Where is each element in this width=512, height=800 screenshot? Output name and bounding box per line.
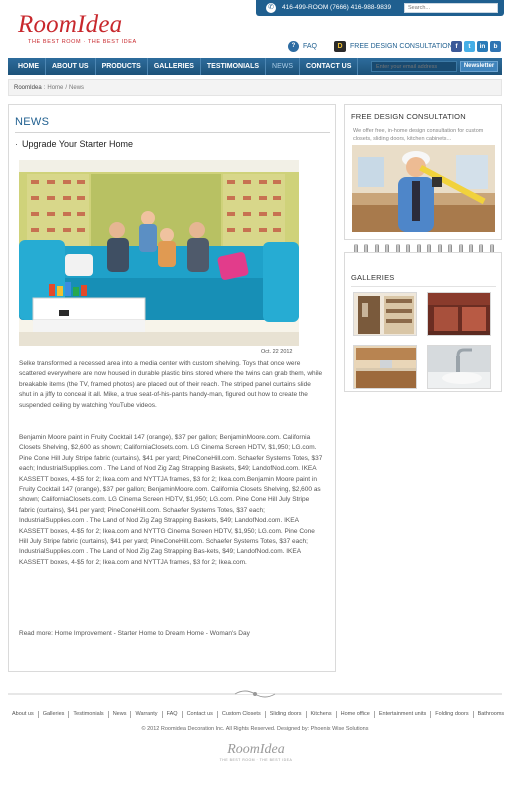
faq-link[interactable]: ? FAQ xyxy=(288,40,317,52)
news-content-panel: NEWS · Upgrade Your Starter Home Oct. 22… xyxy=(8,104,336,672)
article-photo xyxy=(19,160,299,346)
article-title[interactable]: · Upgrade Your Starter Home xyxy=(15,139,133,149)
article-title-text: Upgrade Your Starter Home xyxy=(22,139,134,149)
copyright-notice: © 2012 Roomidea Decoration Inc. All Righ… xyxy=(141,726,369,732)
footer-links: About us Galleries Testimonials News War… xyxy=(8,711,504,718)
footer-link-custom-closets[interactable]: Custom Closets xyxy=(218,711,266,718)
breadcrumb-separator: : xyxy=(43,84,46,91)
footer-link-sliding-doors[interactable]: Sliding doors xyxy=(266,711,307,718)
galleries-divider xyxy=(351,286,496,287)
footer-link-testimonials[interactable]: Testimonials xyxy=(69,711,109,718)
galleries-title: GALLERIES xyxy=(351,273,395,282)
newsletter-email-input[interactable] xyxy=(372,62,456,71)
phone-icon: ✆ xyxy=(266,3,276,13)
footer-link-about-us[interactable]: About us xyxy=(8,711,39,718)
read-more-link[interactable]: Read more: Home Improvement - Starter Ho… xyxy=(19,630,324,637)
top-contact-bar: ✆ 416-499-ROOM (7666) 416-988-9839 xyxy=(256,0,504,16)
article-paragraph: Selke transformed a recessed area into a… xyxy=(19,360,323,409)
footer-logo-text: RoomIdea xyxy=(227,742,285,757)
consultation-icon: D xyxy=(334,40,346,52)
nav-home[interactable]: HOME xyxy=(12,58,46,75)
phone-numbers: 416-499-ROOM (7666) 416-988-9839 xyxy=(282,4,392,11)
site-logo[interactable]: RoomIdea THE BEST ROOM · THE BEST IDEA xyxy=(18,12,148,46)
footer-ornament-divider xyxy=(8,688,502,700)
breadcrumb-home[interactable]: Home xyxy=(47,85,63,91)
faq-icon: ? xyxy=(288,40,299,52)
logo-text: RoomIdea xyxy=(18,11,123,38)
section-divider xyxy=(15,132,330,133)
faq-label: FAQ xyxy=(303,42,318,50)
consultation-photo[interactable] xyxy=(352,145,495,232)
breadcrumb-site[interactable]: RoomIdea xyxy=(14,85,42,91)
footer-logo-tagline: THE BEST ROOM · THE BEST IDEA xyxy=(219,758,293,762)
nav-products[interactable]: PRODUCTS xyxy=(96,58,148,75)
footer-link-warranty[interactable]: Warranty xyxy=(131,711,163,718)
footer-link-bathrooms[interactable]: Bathrooms xyxy=(474,711,509,718)
logo-tagline: THE BEST ROOM · THE BEST IDEA xyxy=(28,39,137,45)
consultation-description: We offer free, in-home design consultati… xyxy=(353,128,484,142)
footer-link-contact-us[interactable]: Contact us xyxy=(183,711,218,718)
nav-galleries[interactable]: GALLERIES xyxy=(148,58,201,75)
galleries-widget: GALLERIES xyxy=(344,252,502,392)
nav-about-us[interactable]: ABOUT US xyxy=(46,58,96,75)
bathroom-thumbnail[interactable] xyxy=(427,345,491,389)
breadcrumb: RoomIdea : Home / News xyxy=(8,79,502,96)
main-navigation: HOME ABOUT US PRODUCTS GALLERIES TESTIMO… xyxy=(8,58,502,75)
footer-link-entertainment-units[interactable]: Entertainment units xyxy=(375,711,432,718)
facebook-icon[interactable]: f xyxy=(451,41,462,52)
article-bullet: · xyxy=(15,139,18,149)
nav-contact-us[interactable]: CONTACT US xyxy=(300,58,359,75)
sliding-door-thumbnail[interactable] xyxy=(427,292,491,336)
free-consultation-link[interactable]: D FREE DESIGN CONSULTATION xyxy=(334,40,453,52)
footer-logo[interactable]: RoomIdea THE BEST ROOM · THE BEST IDEA xyxy=(0,742,512,762)
nav-testimonials[interactable]: TESTIMONIALS xyxy=(201,58,267,75)
consultation-label: FREE DESIGN CONSULTATION xyxy=(350,42,453,50)
footer-link-galleries[interactable]: Galleries xyxy=(39,711,70,718)
footer-link-kitchens[interactable]: Kitchens xyxy=(307,711,337,718)
consultation-widget-title: FREE DESIGN CONSULTATION xyxy=(351,112,466,121)
footer-link-faq[interactable]: FAQ xyxy=(163,711,183,718)
search-field[interactable] xyxy=(404,3,498,13)
footer-link-news[interactable]: News xyxy=(109,711,132,718)
footer-link-home-office[interactable]: Home office xyxy=(337,711,375,718)
consultation-widget[interactable]: FREE DESIGN CONSULTATION We offer free, … xyxy=(344,104,502,240)
breadcrumb-separator: / xyxy=(65,84,68,91)
article-paragraph: Benjamin Moore paint in Fruity Cocktail … xyxy=(19,434,323,566)
nav-news[interactable]: NEWS xyxy=(266,58,301,75)
kitchen-thumbnail[interactable] xyxy=(353,345,417,389)
section-title: NEWS xyxy=(15,116,50,128)
closet-thumbnail[interactable] xyxy=(353,292,417,336)
social-links: f t in b xyxy=(451,41,501,52)
footer-link-folding-doors[interactable]: Folding doors xyxy=(431,711,474,718)
search-input[interactable] xyxy=(405,4,497,12)
article-date: Oct. 22 2012 xyxy=(261,349,293,355)
newsletter-button[interactable]: Newsletter xyxy=(460,61,498,72)
breadcrumb-current: News xyxy=(69,84,85,91)
newsletter-field[interactable] xyxy=(371,61,457,72)
blog-icon[interactable]: b xyxy=(490,41,501,52)
linkedin-icon[interactable]: in xyxy=(477,41,488,52)
twitter-icon[interactable]: t xyxy=(464,41,475,52)
